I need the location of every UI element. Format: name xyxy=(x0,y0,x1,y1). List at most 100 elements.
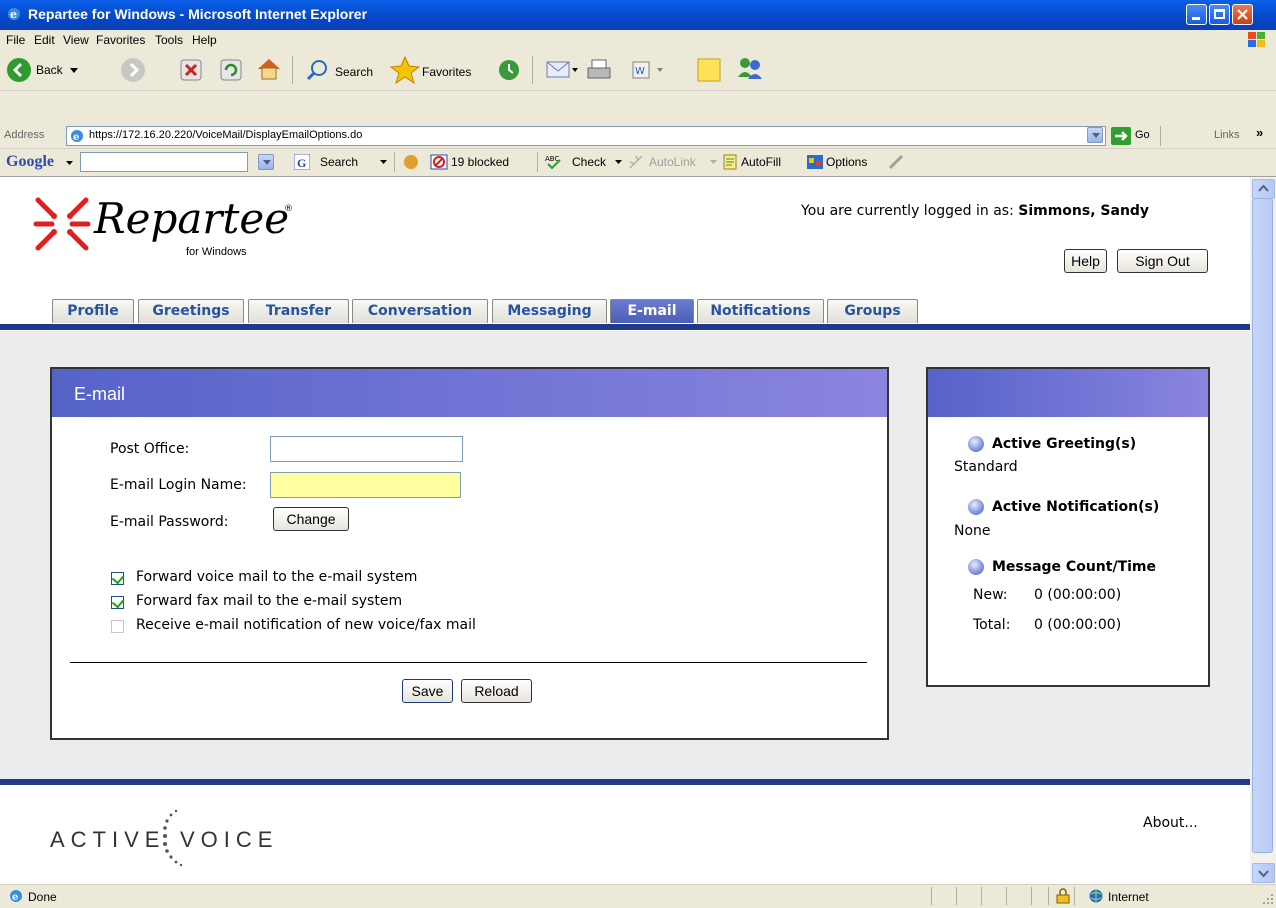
favorites-star-icon[interactable] xyxy=(390,56,420,84)
go-arrow-icon[interactable] xyxy=(1111,127,1131,145)
bullet-icon xyxy=(968,499,984,515)
tab-greetings[interactable]: Greetings xyxy=(138,299,244,323)
google-toolbar: Google G Search 19 blocked ABC Check Aut… xyxy=(0,149,1276,177)
tab-email[interactable]: E-mail xyxy=(610,299,694,323)
menu-favorites[interactable]: Favorites xyxy=(96,33,145,47)
chevron-down-icon xyxy=(66,161,73,165)
total-count-value: 0 (00:00:00) xyxy=(1034,617,1122,633)
active-voice-logo: ACTIVE VOICE xyxy=(50,805,280,875)
google-search-button[interactable]: Search xyxy=(320,155,358,169)
autofill-button[interactable]: AutoFill xyxy=(741,155,781,169)
edit-icon[interactable]: W xyxy=(630,58,664,82)
address-input[interactable]: e https://172.16.20.220/VoiceMail/Displa… xyxy=(66,126,1106,146)
google-search-dropdown[interactable] xyxy=(258,154,274,170)
address-dropdown[interactable] xyxy=(1087,127,1103,143)
maximize-button[interactable] xyxy=(1209,4,1230,25)
minimize-button[interactable] xyxy=(1186,4,1207,25)
notes-icon[interactable] xyxy=(696,57,722,83)
mail-icon[interactable] xyxy=(545,58,579,82)
chevron-right-icon[interactable]: » xyxy=(1256,125,1263,140)
autofill-icon[interactable] xyxy=(722,154,738,170)
page-icon: e xyxy=(71,130,83,143)
tab-messaging[interactable]: Messaging xyxy=(492,299,607,323)
tab-conversation[interactable]: Conversation xyxy=(352,299,488,323)
menu-tools[interactable]: Tools xyxy=(155,33,183,47)
window-title: Repartee for Windows - Microsoft Interne… xyxy=(28,6,368,22)
menu-edit[interactable]: Edit xyxy=(34,33,55,47)
new-count-label: New: xyxy=(973,587,1008,603)
forward-voice-checkbox[interactable] xyxy=(111,571,125,585)
forward-arrow-icon[interactable] xyxy=(120,57,146,83)
tab-notifications[interactable]: Notifications xyxy=(697,299,824,323)
about-link[interactable]: About... xyxy=(1143,815,1198,831)
sign-out-button[interactable]: Sign Out xyxy=(1117,249,1208,273)
history-icon[interactable] xyxy=(497,58,521,82)
message-count-title: Message Count/Time xyxy=(992,559,1156,575)
bullet-icon xyxy=(968,436,984,452)
status-bar: e Done Internet xyxy=(0,884,1276,908)
svg-text:e: e xyxy=(10,8,17,21)
print-icon[interactable] xyxy=(586,58,612,82)
login-name-input[interactable] xyxy=(270,472,461,498)
google-brand[interactable]: Google xyxy=(6,153,54,171)
receive-notification-checkbox[interactable] xyxy=(111,620,124,633)
standard-toolbar: Back Search Favorites W xyxy=(0,50,1276,91)
stop-icon[interactable] xyxy=(180,59,202,81)
favorites-button[interactable]: Favorites xyxy=(422,65,471,79)
active-greeting-title: Active Greeting(s) xyxy=(992,436,1137,452)
help-button[interactable]: Help xyxy=(1064,249,1107,273)
svg-text:W: W xyxy=(635,66,645,77)
menu-view[interactable]: View xyxy=(63,33,89,47)
bullet-icon xyxy=(968,559,984,575)
spellcheck-button[interactable]: Check xyxy=(572,155,606,169)
user-name: Simmons, Sandy xyxy=(1018,203,1150,219)
resize-grip-icon[interactable] xyxy=(1262,893,1274,905)
email-panel: E-mail Post Office: E-mail Login Name: E… xyxy=(50,367,889,740)
links-button[interactable]: Links xyxy=(1214,129,1240,141)
scroll-thumb[interactable] xyxy=(1252,198,1273,853)
search-button[interactable]: Search xyxy=(335,65,373,79)
save-button[interactable]: Save xyxy=(402,679,453,703)
lock-icon xyxy=(1056,888,1070,904)
popup-blocked-count[interactable]: 19 blocked xyxy=(451,155,509,169)
google-search-input[interactable] xyxy=(80,152,248,172)
messenger-icon[interactable] xyxy=(735,55,765,81)
scroll-up-button[interactable] xyxy=(1252,179,1275,199)
highlighter-icon[interactable] xyxy=(888,154,906,170)
status-text: Done xyxy=(28,890,57,904)
change-password-button[interactable]: Change xyxy=(273,507,349,531)
options-icon[interactable] xyxy=(806,154,824,170)
login-name-label: E-mail Login Name: xyxy=(110,477,247,493)
menu-help[interactable]: Help xyxy=(192,33,217,47)
active-greeting-value: Standard xyxy=(954,459,1018,475)
status-panel: Active Greeting(s) Standard Active Notif… xyxy=(926,367,1210,687)
browser-window: e Repartee for Windows - Microsoft Inter… xyxy=(0,0,1276,908)
tab-transfer[interactable]: Transfer xyxy=(248,299,349,323)
title-bar: e Repartee for Windows - Microsoft Inter… xyxy=(0,0,1276,30)
back-button[interactable]: Back xyxy=(4,56,114,84)
refresh-icon[interactable] xyxy=(220,59,242,81)
popup-blocker-icon[interactable] xyxy=(430,154,448,170)
home-icon[interactable] xyxy=(256,57,282,81)
tab-groups[interactable]: Groups xyxy=(827,299,918,323)
menu-file[interactable]: File xyxy=(6,33,25,47)
spellcheck-icon[interactable]: ABC xyxy=(545,153,563,169)
forward-fax-label: Forward fax mail to the e-mail system xyxy=(136,593,403,609)
internet-zone-icon xyxy=(1089,889,1103,903)
reload-button[interactable]: Reload xyxy=(461,679,532,703)
tab-profile[interactable]: Profile xyxy=(52,299,134,323)
scroll-down-button[interactable] xyxy=(1252,863,1275,883)
total-count-label: Total: xyxy=(973,617,1011,633)
go-button[interactable]: Go xyxy=(1135,129,1150,141)
chevron-down-icon xyxy=(70,68,78,73)
news-icon[interactable] xyxy=(402,154,420,170)
options-button[interactable]: Options xyxy=(826,155,867,169)
address-label: Address xyxy=(4,129,45,141)
forward-fax-checkbox[interactable] xyxy=(111,595,125,609)
post-office-input[interactable] xyxy=(270,436,463,462)
repartee-logo-subtitle: for Windows xyxy=(186,246,247,258)
post-office-label: Post Office: xyxy=(110,441,190,457)
vertical-scrollbar[interactable] xyxy=(1250,177,1276,884)
search-icon[interactable] xyxy=(305,58,329,82)
close-button[interactable] xyxy=(1232,4,1253,25)
